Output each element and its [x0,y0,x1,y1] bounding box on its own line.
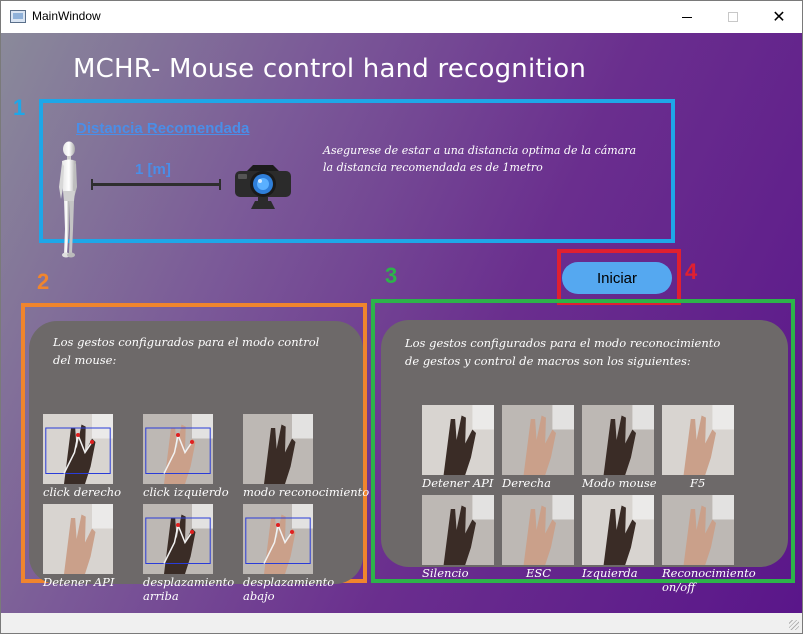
mouse-gesture-caption: desplazamiento arriba [143,575,235,603]
client-area: MCHR- Mouse control hand recognition 1 2… [1,33,802,613]
mouse-gesture-thumbnail [43,414,113,484]
camera-icon [233,163,295,215]
mouse-gesture-thumbnail [243,414,313,484]
distance-measure-line [91,179,221,190]
status-bar [1,613,802,633]
mouse-gesture-caption: modo reconocimiento [243,485,370,499]
macro-gesture-caption: F5 [690,476,706,490]
macro-gesture-thumbnail [502,405,574,475]
title-bar[interactable]: MainWindow ✕ [1,1,802,33]
minimize-button[interactable] [664,1,710,33]
mannequin-figure-icon [55,141,85,263]
macro-gesture-thumbnail [422,495,494,565]
close-button[interactable]: ✕ [756,1,802,33]
macro-gesture-thumbnail [582,405,654,475]
mouse-gestures-description: Los gestos configurados para el modo con… [53,335,320,367]
macro-gesture-thumbnail [662,405,734,475]
resize-grip[interactable] [789,620,799,630]
start-button[interactable]: Iniciar [562,262,672,294]
mouse-gesture-caption: desplazamiento abajo [243,575,335,603]
distance-label: 1 [m] [135,161,171,178]
section-number-1: 1 [13,95,26,120]
mouse-gesture-thumbnail [143,414,213,484]
macro-gesture-thumbnail [662,495,734,565]
macro-gestures-description: Los gestos configurados para el modo rec… [405,336,721,368]
page-title: MCHR- Mouse control hand recognition [73,54,586,84]
macro-gesture-caption: Modo mouse [582,476,657,490]
mouse-gesture-thumbnail [243,504,313,574]
maximize-icon [728,12,738,22]
section-number-3: 3 [385,263,398,288]
macro-gesture-thumbnail [502,495,574,565]
macro-gesture-caption: Detener API [422,476,494,490]
macro-gesture-caption: Reconocimiento on/off [662,566,756,594]
mouse-gestures-panel: Los gestos configurados para el modo con… [29,321,369,603]
macro-gestures-panel: Los gestos configurados para el modo rec… [381,320,788,594]
distance-instructions: Asegurese de estar a una distancia optim… [323,144,637,174]
minimize-icon [682,16,692,18]
macro-gesture-thumbnail [582,495,654,565]
close-icon: ✕ [772,7,786,26]
mouse-gesture-caption: click izquierdo [143,485,229,499]
macro-gesture-caption: Derecha [502,476,552,490]
mouse-gesture-caption: Detener API [43,575,115,589]
mouse-gesture-thumbnail [43,504,113,574]
window-title: MainWindow [32,9,101,23]
maximize-button[interactable] [710,1,756,33]
mouse-gesture-caption: click derecho [43,485,122,499]
macro-gesture-thumbnail [422,405,494,475]
distance-title: Distancia Recomendada [76,120,250,137]
section-number-2: 2 [37,269,50,294]
macro-gesture-caption: Silencio [422,566,469,580]
main-window: MainWindow ✕ MCHR- Mouse control hand re… [0,0,803,634]
app-window-icon [10,10,26,23]
section-number-4: 4 [685,259,698,284]
macro-gesture-caption: ESC [526,566,552,580]
mouse-gesture-thumbnail [143,504,213,574]
macro-gesture-caption: Izquierda [582,566,638,580]
